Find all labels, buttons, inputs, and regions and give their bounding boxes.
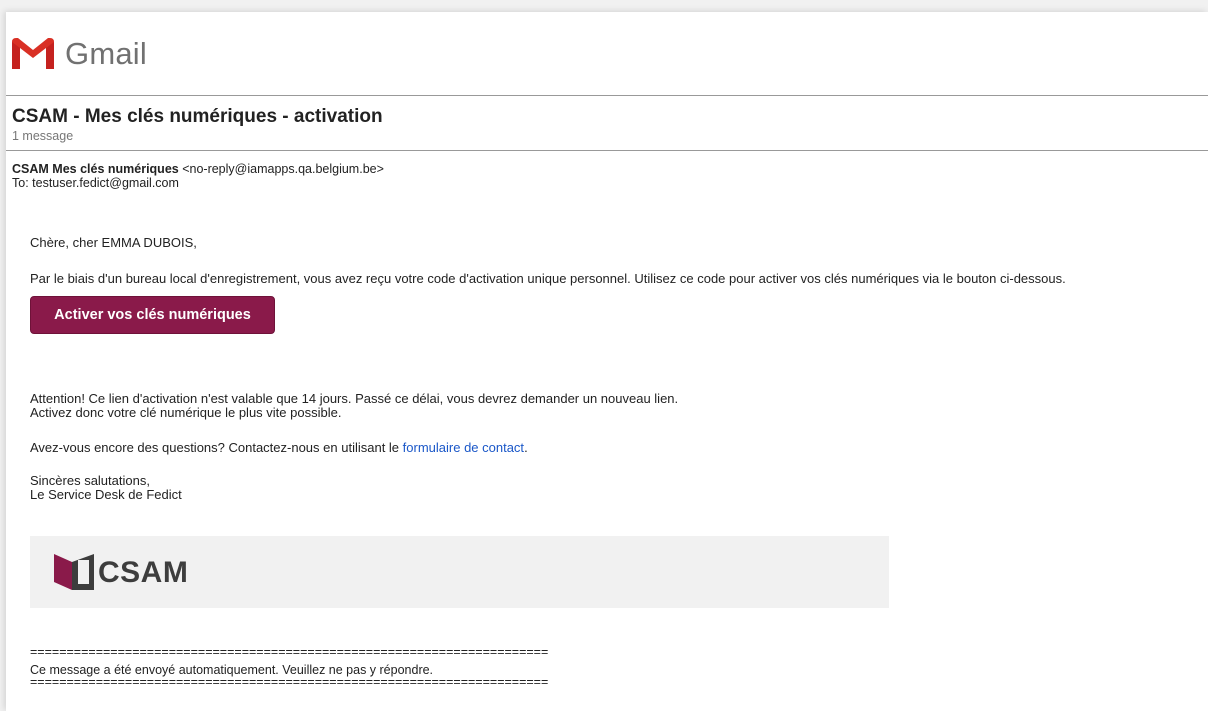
greeting: Chère, cher EMMA DUBOIS,	[30, 235, 197, 250]
separator-top: ========================================…	[30, 647, 549, 658]
questions-paragraph: Avez-vous encore des questions? Contacte…	[30, 441, 528, 455]
sender-name: CSAM Mes clés numériques	[12, 162, 179, 176]
gmail-header: Gmail	[6, 12, 1208, 96]
questions-suffix: .	[524, 440, 528, 455]
contact-form-link[interactable]: formulaire de contact	[403, 440, 524, 455]
questions-prefix: Avez-vous encore des questions? Contacte…	[30, 440, 403, 455]
email-subject: CSAM - Mes clés numériques - activation	[12, 106, 383, 127]
warning-line-1: Attention! Ce lien d'activation n'est va…	[30, 391, 679, 406]
subject-divider	[6, 150, 1208, 151]
separator-bottom: ========================================…	[30, 677, 549, 688]
activate-keys-button[interactable]: Activer vos clés numériques	[30, 296, 275, 334]
warning-line-2: Activez donc votre clé numérique le plus…	[30, 405, 342, 420]
csam-wordmark: CSAM	[98, 556, 189, 589]
intro-paragraph: Par le biais d'un bureau local d'enregis…	[30, 271, 1066, 286]
gmail-wordmark: Gmail	[65, 36, 147, 71]
closing-salutation: Sincères salutations,	[30, 473, 150, 488]
header-divider	[6, 95, 1208, 96]
sender-line: CSAM Mes clés numériques <no-reply@iamap…	[12, 162, 384, 176]
gmail-logo-icon	[12, 38, 54, 69]
closing-signature: Le Service Desk de Fedict	[30, 487, 182, 502]
csam-logo-icon	[54, 554, 94, 590]
csam-banner: CSAM	[30, 536, 889, 608]
sender-address: <no-reply@iamapps.qa.belgium.be>	[182, 162, 384, 176]
recipient-line: To: testuser.fedict@gmail.com	[12, 176, 179, 190]
message-count: 1 message	[12, 129, 74, 143]
email-print-page: Gmail CSAM - Mes clés numériques - activ…	[6, 12, 1208, 711]
auto-notice: Ce message a été envoyé automatiquement.…	[30, 663, 434, 677]
